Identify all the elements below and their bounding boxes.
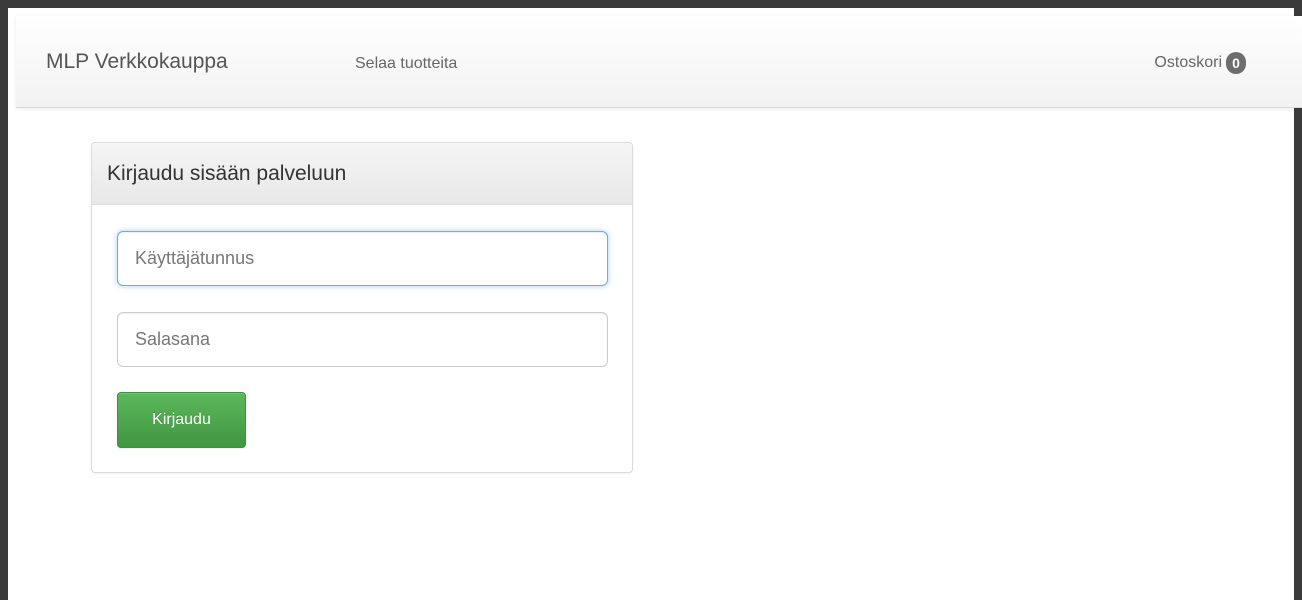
cart-link[interactable]: Ostoskori 0 (1154, 52, 1246, 74)
browser-window: MLP Verkkokauppa Selaa tuotteita Ostosko… (0, 0, 1302, 600)
username-input[interactable] (117, 231, 608, 286)
cart-label: Ostoskori (1154, 54, 1222, 71)
login-panel-title: Kirjaudu sisään palveluun (107, 162, 347, 185)
cart-count-badge: 0 (1226, 52, 1246, 74)
login-button[interactable]: Kirjaudu (117, 392, 246, 448)
brand-link[interactable]: MLP Verkkokauppa (46, 50, 228, 74)
password-input[interactable] (117, 312, 608, 367)
login-panel-heading: Kirjaudu sisään palveluun (92, 143, 632, 205)
login-panel: Kirjaudu sisään palveluun Kirjaudu (91, 142, 633, 473)
browse-products-link[interactable]: Selaa tuotteita (355, 54, 457, 74)
top-navbar: MLP Verkkokauppa Selaa tuotteita Ostosko… (16, 16, 1302, 108)
